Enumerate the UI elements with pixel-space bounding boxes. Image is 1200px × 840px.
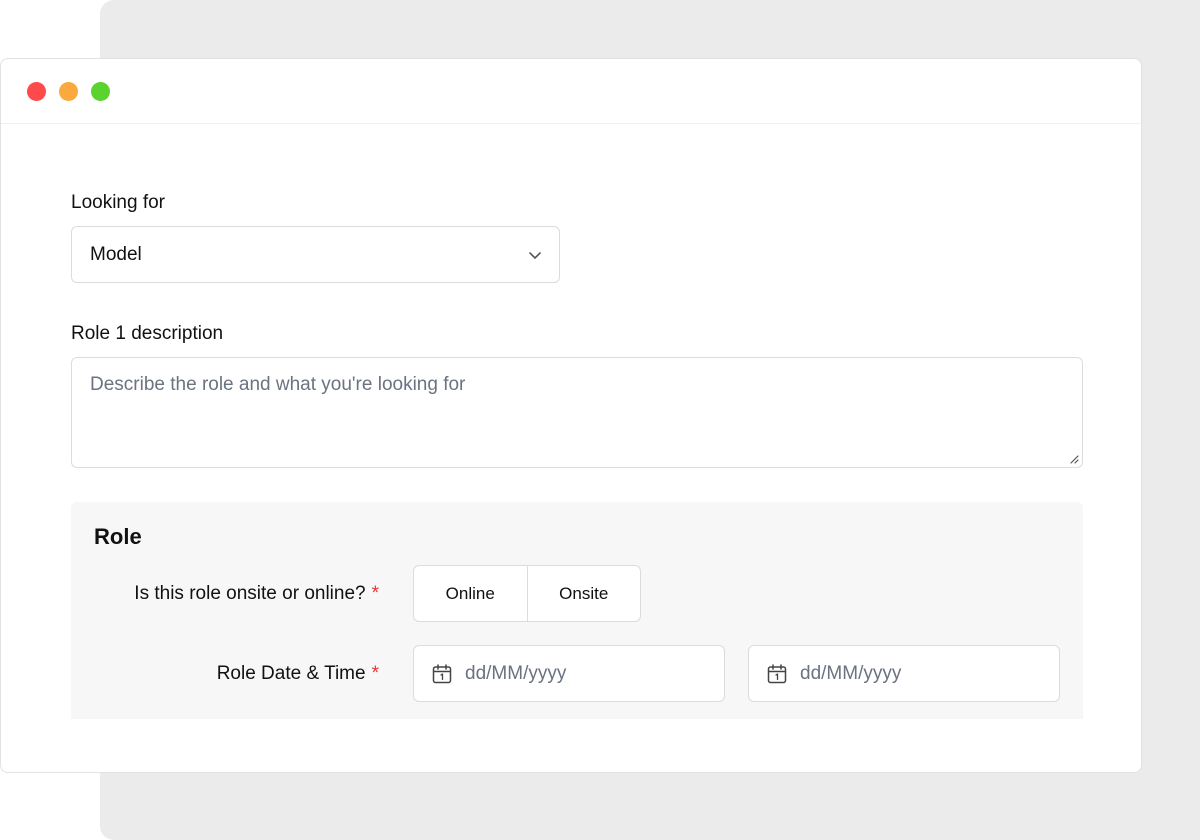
required-mark: * [371,663,379,684]
location-question-label: Is this role onsite or online? * [134,583,379,605]
minimize-window-button[interactable] [59,81,78,101]
looking-for-value: Model [90,243,142,265]
option-online-button[interactable]: Online [414,566,527,621]
app-window: Looking for Model Role 1 description Des… [0,58,1142,773]
close-window-button[interactable] [27,81,46,101]
start-date-input[interactable]: dd/MM/yyyy [413,645,725,702]
option-onsite-button[interactable]: Onsite [526,566,641,621]
resize-handle-icon[interactable] [1067,452,1079,464]
calendar-icon [767,663,787,683]
role-section-title: Role [94,524,142,549]
start-date-placeholder: dd/MM/yyyy [465,662,567,684]
role-description-label: Role 1 description [71,323,224,344]
calendar-icon [432,663,452,683]
date-time-label: Role Date & Time * [217,663,379,685]
window-titlebar [1,59,1141,124]
end-date-placeholder: dd/MM/yyyy [800,662,902,684]
maximize-window-button[interactable] [91,81,110,101]
date-time-text: Role Date & Time [216,663,366,684]
looking-for-label: Looking for [71,192,166,213]
role-description-placeholder: Describe the role and what you're lookin… [90,374,466,395]
location-toggle: Online Onsite [413,565,641,622]
location-question-text: Is this role onsite or online? [134,583,366,604]
required-mark: * [371,583,379,604]
chevron-down-icon [529,252,541,259]
role-section: Role Is this role onsite or online? * Onl… [71,502,1083,719]
role-description-textarea[interactable]: Describe the role and what you're lookin… [71,357,1083,468]
looking-for-select[interactable]: Model [71,226,560,283]
end-date-input[interactable]: dd/MM/yyyy [748,645,1060,702]
